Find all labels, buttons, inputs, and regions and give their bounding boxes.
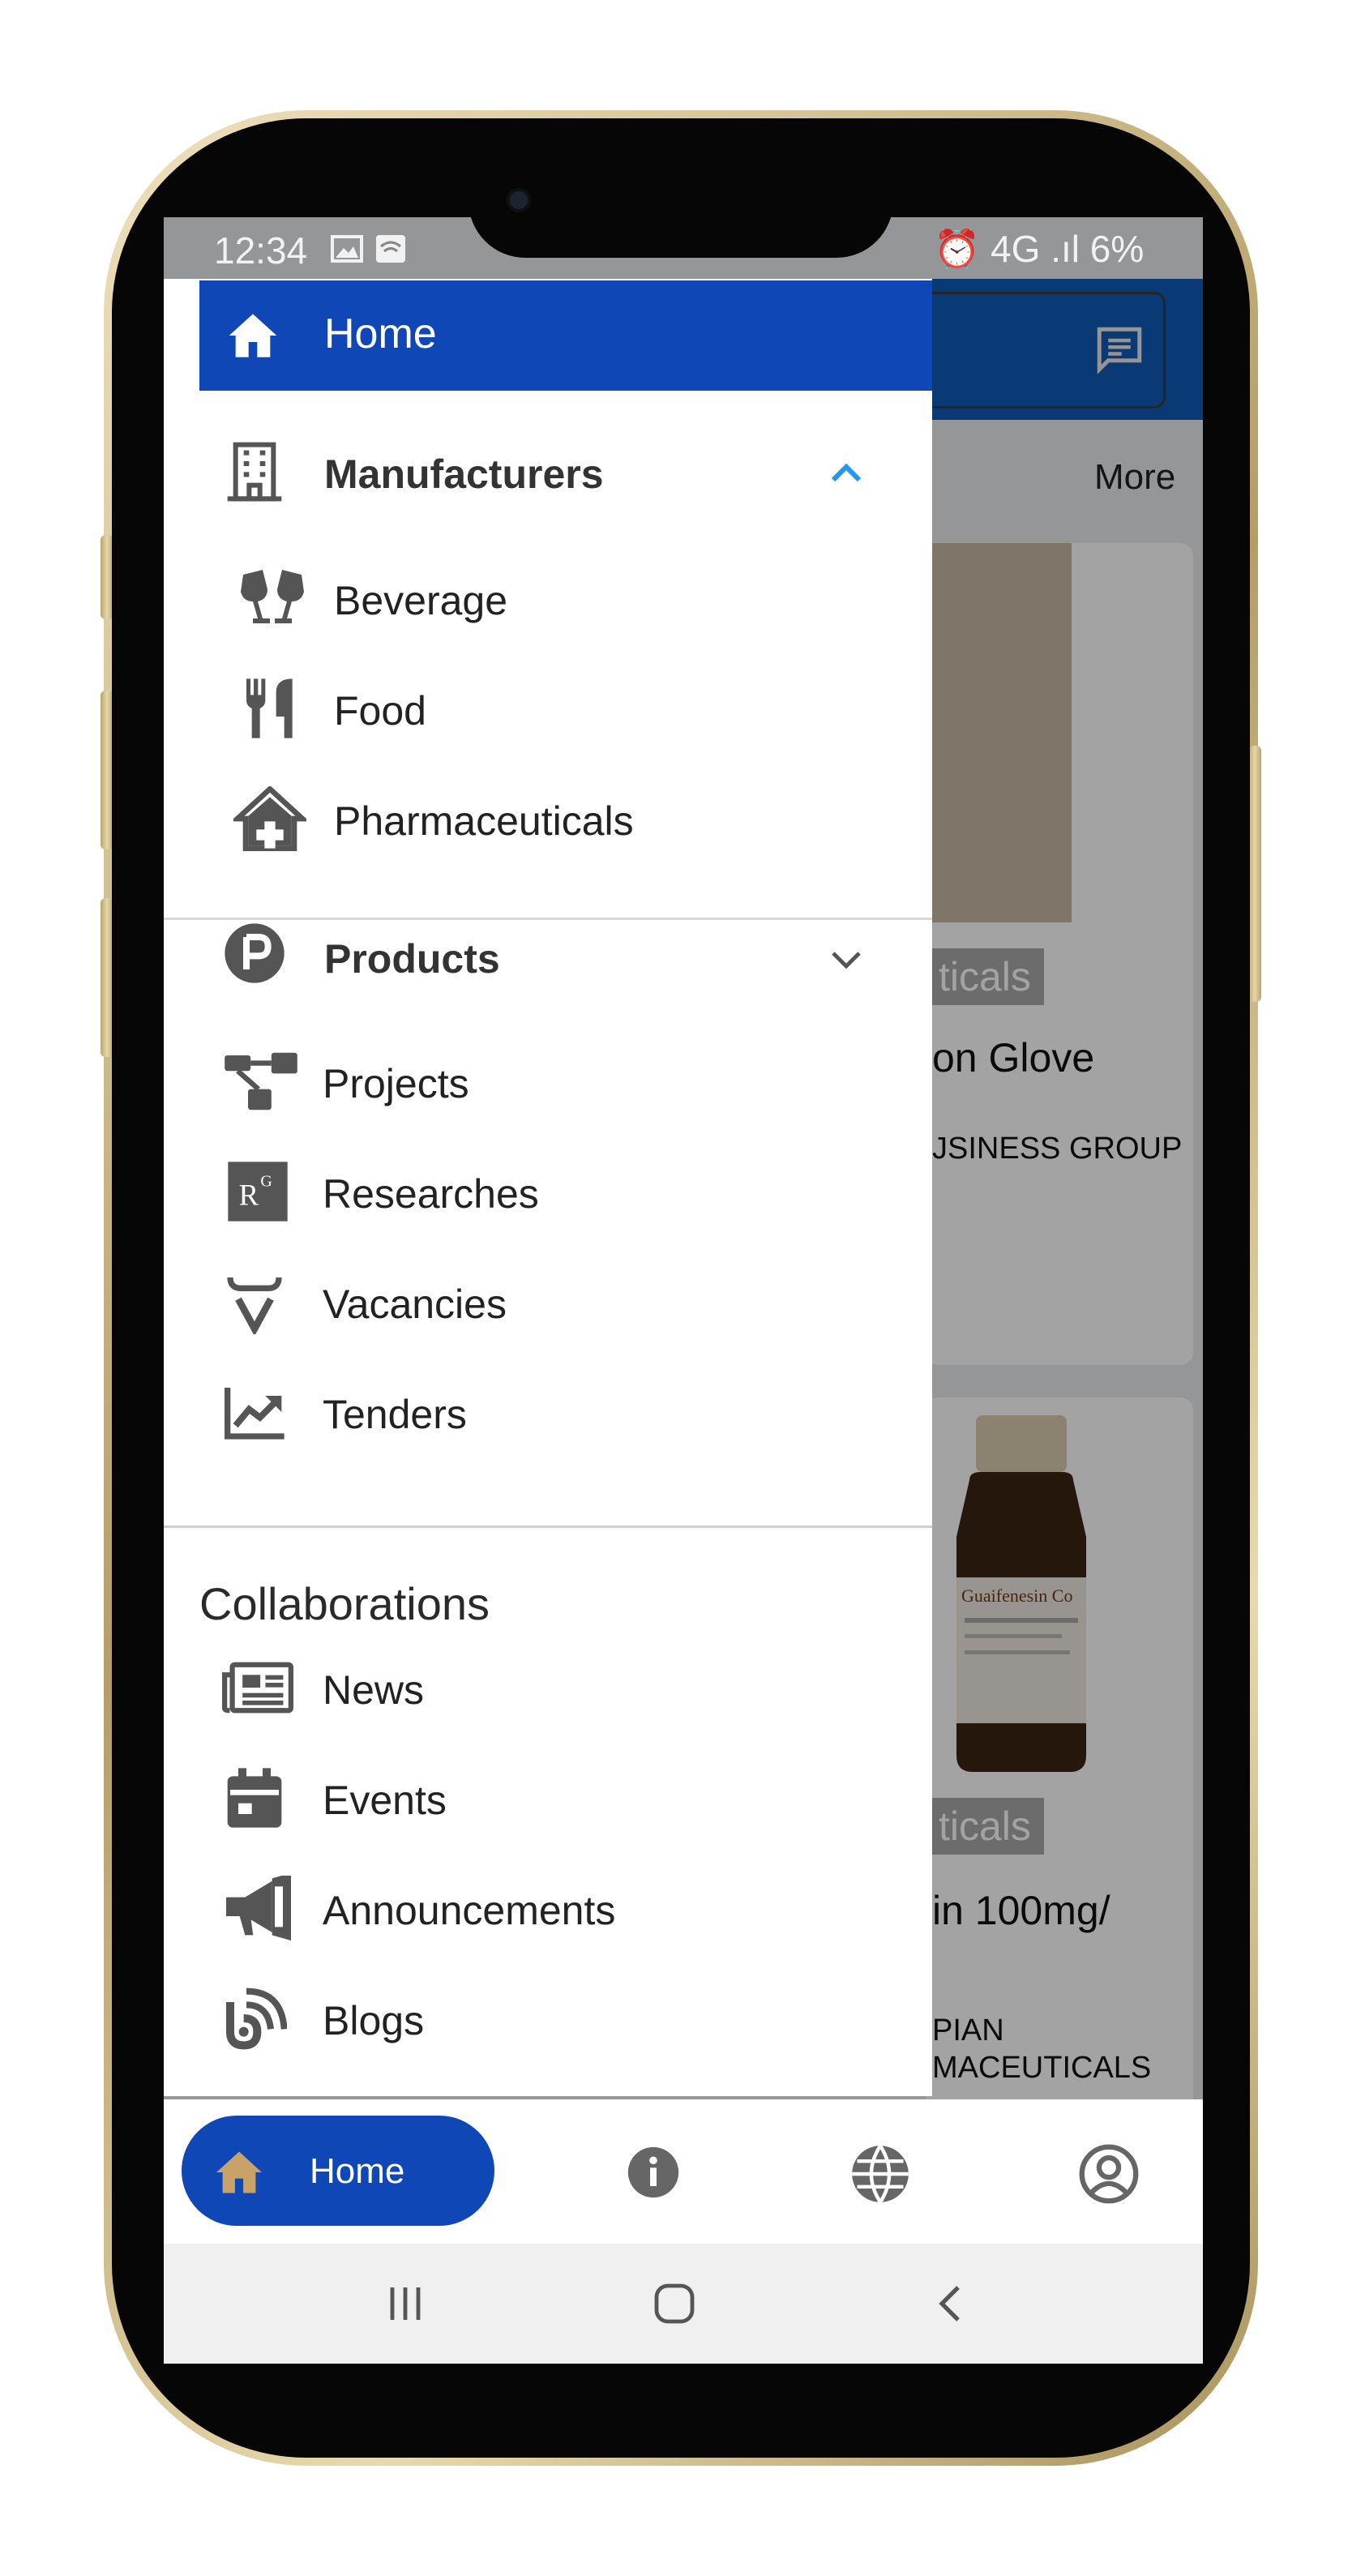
fork-knife-icon (246, 678, 293, 738)
wifi-calling-icon (376, 235, 405, 263)
drawer-item-vacancies[interactable]: Vacancies (164, 1252, 932, 1357)
section-label: Manufacturers (324, 451, 604, 497)
side-button (1248, 746, 1261, 1002)
blog-icon (226, 1988, 287, 2050)
vacancy-icon (227, 1277, 282, 1334)
drawer-item-label: Projects (323, 1061, 469, 1106)
project-diagram-icon (225, 1052, 297, 1110)
drawer-item-label: Food (334, 688, 426, 734)
drawer-item-label: Announcements (323, 1888, 616, 1933)
bottom-navigation: Home (164, 2099, 1203, 2244)
newspaper-icon (222, 1662, 293, 1714)
phone-screen: More ticals on Glove JSINESS GROUP Guaif… (164, 217, 1203, 2364)
phone-notch (469, 118, 893, 258)
home-nav-icon[interactable] (650, 2279, 699, 2328)
nav-home-label: Home (310, 2151, 405, 2191)
drawer-item-tenders[interactable]: Tenders (164, 1362, 932, 1467)
chevron-down-icon[interactable] (828, 945, 864, 974)
image-icon (331, 235, 363, 263)
clinic-house-icon (233, 786, 306, 851)
drawer-item-label: News (323, 1667, 425, 1713)
info-icon[interactable] (626, 2145, 681, 2200)
nav-home-button[interactable]: Home (182, 2116, 494, 2226)
drawer-item-food[interactable]: Food (164, 658, 932, 764)
megaphone-icon (226, 1876, 291, 1941)
drawer-item-beverage[interactable]: Beverage (164, 548, 932, 653)
back-icon[interactable] (929, 2281, 974, 2326)
drawer-item-pharmaceuticals[interactable]: Pharmaceuticals (164, 768, 932, 874)
chart-line-icon (225, 1388, 285, 1440)
section-products[interactable]: Products (164, 901, 932, 1007)
status-time: 12:34 (214, 229, 308, 272)
drawer-item-label: Blogs (323, 1998, 425, 2043)
drawer-item-label: Vacancies (323, 1282, 507, 1327)
calendar-icon (227, 1768, 282, 1828)
drawer-item-label: Beverage (334, 578, 508, 623)
account-icon[interactable] (1078, 2143, 1140, 2205)
drawer-item-label: Tenders (323, 1392, 467, 1437)
drawer-item-home[interactable]: Home (199, 280, 932, 391)
system-navigation-bar (164, 2244, 1203, 2364)
glasses-cheers-icon (241, 570, 304, 623)
home-icon (216, 2151, 262, 2193)
drawer-item-label: Home (324, 310, 437, 357)
recents-icon[interactable] (383, 2281, 428, 2326)
drawer-item-label: Pharmaceuticals (334, 798, 634, 844)
drawer-item-news[interactable]: News (164, 1637, 932, 1743)
svg-text:R: R (239, 1179, 259, 1212)
section-manufacturers[interactable]: Manufacturers (164, 421, 932, 527)
drawer-item-blogs[interactable]: Blogs (164, 1968, 932, 2073)
drawer-item-label: Researches (323, 1171, 539, 1217)
building-icon (227, 442, 282, 502)
drawer-item-label: Events (323, 1778, 447, 1823)
drawer-item-events[interactable]: Events (164, 1748, 932, 1853)
svg-text:G: G (260, 1172, 272, 1190)
status-indicators: ⏰ 4G .ıl 6% (934, 228, 1145, 270)
drawer-item-projects[interactable]: Projects (164, 1031, 932, 1136)
research-icon: R G (228, 1162, 288, 1222)
front-camera (507, 188, 531, 212)
divider (164, 1525, 932, 1528)
chevron-up-icon[interactable] (828, 459, 864, 488)
home-icon (229, 314, 277, 357)
globe-icon[interactable] (849, 2143, 911, 2205)
drawer-item-researches[interactable]: R G Researches (164, 1141, 932, 1247)
products-p-icon (225, 923, 285, 983)
collaborations-heading: Collaborations (199, 1578, 490, 1629)
drawer-item-announcements[interactable]: Announcements (164, 1858, 932, 1963)
navigation-drawer: Home Manufacturers Beverage Food Pharmac… (164, 279, 932, 2096)
section-label: Products (324, 936, 500, 982)
